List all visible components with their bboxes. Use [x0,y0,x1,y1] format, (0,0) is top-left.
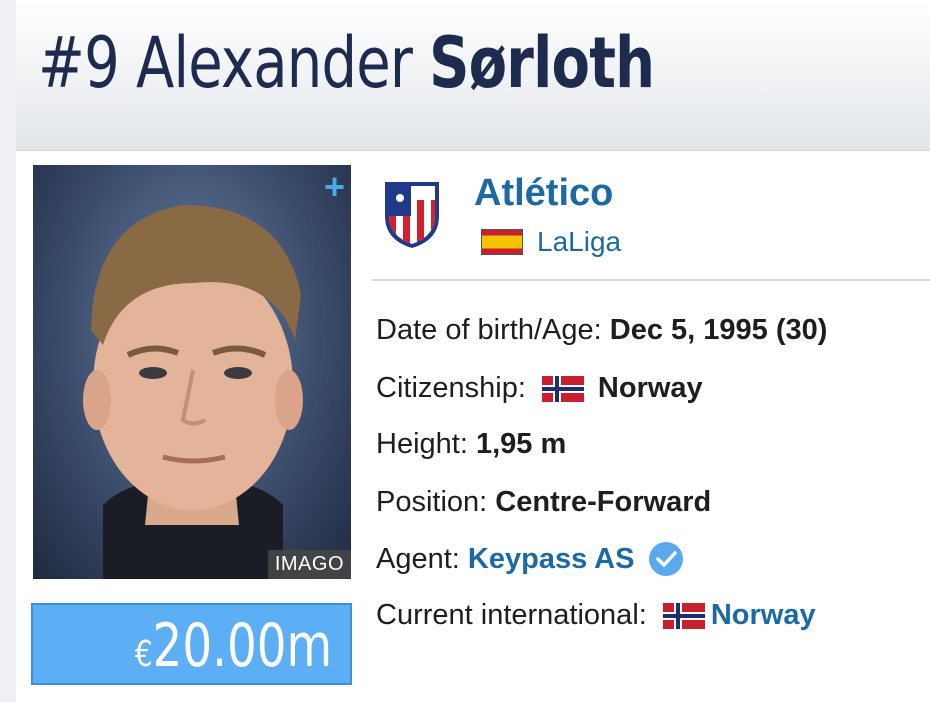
international-link[interactable]: Norway [711,599,816,632]
citizenship-value: Norway [597,372,703,404]
agent-link[interactable]: Keypass AS [468,543,635,576]
info-row-citizenship: Citizenship: Norway [376,372,703,405]
height-value: 1,95 m [475,428,567,460]
info-row-international: Current international: Norway [376,599,816,632]
atletico-crest-icon[interactable] [383,178,441,250]
market-value-currency: € [134,634,153,675]
photo-credit: IMAGO [267,550,351,579]
page-left-margin [0,0,16,702]
dob-label: Date of birth/Age: [376,314,602,346]
spain-flag-icon [481,229,523,255]
shirt-number: #9 [38,22,120,104]
club-divider [372,279,930,281]
dob-value: Dec 5, 1995 (30) [609,314,828,346]
market-value-box[interactable]: €20.00m [31,603,352,685]
height-label: Height: [376,428,468,460]
citizenship-label: Citizenship: [376,372,526,404]
league-link[interactable]: LaLiga [537,226,621,258]
international-label: Current international: [376,599,647,631]
market-value-amount: 20.00m [152,611,332,681]
position-value: Centre-Forward [495,486,712,518]
player-header: #9 Alexander Sørloth [16,0,930,151]
expand-plus-icon[interactable]: + [324,169,345,205]
player-last-name: Sørloth [429,22,655,104]
club-link[interactable]: Atlético [474,172,613,215]
info-row-agent: Agent: Keypass AS [376,541,684,577]
player-first-name: Alexander [135,22,413,104]
position-label: Position: [376,486,488,518]
info-row-dob: Date of birth/Age: Dec 5, 1995 (30) [376,314,827,347]
verified-check-icon [649,542,684,576]
agent-label: Agent: [376,542,460,575]
player-photo[interactable]: + IMAGO [33,165,351,579]
page-title: #9 Alexander Sørloth [38,28,655,98]
league-row: LaLiga [481,226,621,258]
info-row-height: Height: 1,95 m [376,428,566,461]
player-portrait [83,205,303,579]
info-row-position: Position: Centre-Forward [376,486,711,519]
norway-flag-icon [541,375,584,402]
norway-flag-icon [662,602,705,629]
market-value[interactable]: €20.00m [135,611,332,681]
